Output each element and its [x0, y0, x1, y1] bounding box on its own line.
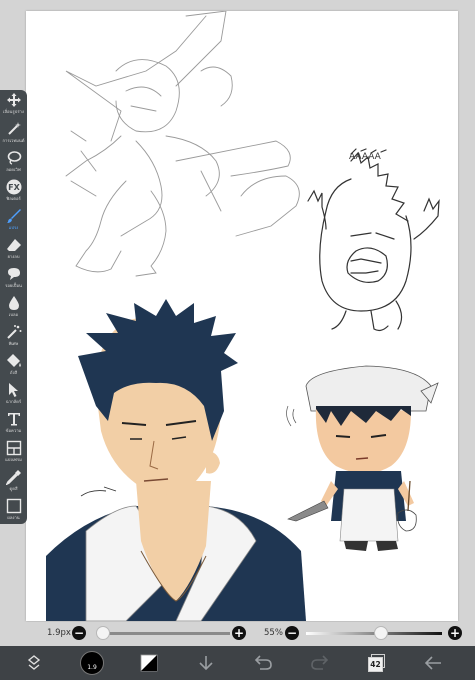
redo-icon: [311, 655, 329, 670]
doodle-scream-text: AAAAA: [349, 152, 382, 162]
tool-label: แปรง: [8, 225, 19, 230]
tool-move[interactable]: เลื่อนรูปร่าง: [0, 90, 27, 120]
tool-filter[interactable]: FX ฟิลเตอร์: [0, 177, 27, 207]
fx-filter-icon: FX: [6, 179, 21, 195]
bottom-action-bar: 1.9 42: [0, 646, 475, 680]
tool-canvas[interactable]: ผลงาน: [0, 496, 27, 526]
tool-label: ฟิลเตอร์: [6, 196, 21, 201]
opacity-slider-handle[interactable]: [373, 626, 388, 640]
tool-frame-divider[interactable]: แบ่งเฟรม: [0, 438, 27, 468]
move-icon: [6, 93, 21, 107]
tool-magic-wand[interactable]: การเวทมนต์: [0, 119, 27, 149]
illustration-chibi-chef: [286, 365, 439, 551]
undo-icon: [254, 655, 272, 670]
tool-label: เลื่อนรูปร่าง: [3, 109, 24, 114]
brush-size-slider-track[interactable]: [98, 632, 230, 635]
brush-size-increase-button[interactable]: +: [232, 626, 246, 640]
color-picker-icon: [140, 654, 158, 672]
tool-eraser[interactable]: ยางลบ: [0, 235, 27, 265]
opacity-value: 55%: [264, 628, 283, 638]
text-tool-icon: [7, 413, 20, 426]
brush-size-value: 1.9px: [47, 628, 71, 638]
redo-button[interactable]: [308, 646, 332, 680]
tool-brush[interactable]: แปรง: [0, 206, 27, 236]
import-icon: [199, 656, 213, 671]
back-icon: [424, 656, 441, 670]
color-swatch-button[interactable]: 1.9: [79, 646, 105, 680]
tool-label: ถังสี: [9, 370, 18, 375]
back-button[interactable]: [421, 646, 445, 680]
tool-label: เบลอ: [8, 312, 19, 317]
tool-palette: เลื่อนรูปร่าง การเวทมนต์ ลอดเวิฟ FX ฟิลเ…: [0, 90, 27, 524]
smudge-icon: [7, 268, 20, 280]
sketch-mark: [80, 486, 117, 497]
tool-label: ข้อความ: [5, 428, 22, 433]
layers-icon: 42: [368, 654, 386, 672]
select-arrow-icon: [8, 383, 18, 397]
tool-select[interactable]: ฉากลัดร์: [0, 380, 27, 410]
tool-label: ดูดสี: [9, 486, 18, 491]
eyedropper-icon: [5, 470, 21, 485]
tool-label: พิเศษ: [8, 341, 19, 346]
brush-size-decrease-button[interactable]: −: [72, 626, 86, 640]
fill-bucket-icon: [6, 354, 21, 367]
tool-label: ฉากลัดร์: [5, 399, 22, 404]
frame-divider-icon: [6, 440, 21, 456]
blur-drop-icon: [8, 296, 19, 310]
illustration-navy-haired-man: [46, 299, 306, 621]
layer-count: 42: [370, 660, 381, 669]
canvas-icon: [6, 498, 21, 514]
drawing-canvas[interactable]: AAAAA: [26, 11, 458, 621]
tool-label: การเวทมนต์: [2, 138, 25, 143]
tool-smudge[interactable]: รอยเปื้อน: [0, 264, 27, 294]
tool-lasso[interactable]: ลอดเวิฟ: [0, 148, 27, 178]
sketch-jumping-character: [65, 11, 300, 277]
tool-label: ผลงาน: [7, 515, 20, 520]
tool-label: ยางลบ: [7, 254, 20, 259]
color-swatch-size-label: 1.9: [87, 664, 97, 671]
import-button[interactable]: [194, 646, 218, 680]
tool-blur[interactable]: เบลอ: [0, 293, 27, 323]
brush-settings-bar: 1.9px − + 55% − +: [0, 622, 475, 646]
tool-special[interactable]: พิเศษ: [0, 322, 27, 352]
tool-label: ลอดเวิฟ: [6, 167, 21, 172]
tool-label: รอยเปื้อน: [5, 283, 22, 288]
tool-eyedropper[interactable]: ดูดสี: [0, 467, 27, 497]
undo-button[interactable]: [251, 646, 275, 680]
layers-button[interactable]: 42: [364, 646, 390, 680]
tool-fill[interactable]: ถังสี: [0, 351, 27, 381]
opacity-decrease-button[interactable]: −: [285, 626, 299, 640]
brush-icon: [6, 209, 21, 223]
tool-label: แบ่งเฟรม: [5, 457, 22, 462]
color-swatch-icon: 1.9: [80, 651, 104, 675]
transform-icon: [27, 655, 41, 670]
artwork: AAAAA: [46, 11, 440, 621]
eraser-icon: [6, 239, 21, 251]
transform-button[interactable]: [20, 646, 48, 680]
lasso-icon: [7, 151, 21, 165]
color-picker-button[interactable]: [137, 646, 161, 680]
doodle-screaming-face: [307, 148, 440, 332]
magic-wand-icon: [7, 122, 21, 135]
special-effect-icon: [6, 325, 21, 339]
opacity-increase-button[interactable]: +: [448, 626, 462, 640]
brush-size-slider-handle[interactable]: [96, 626, 111, 640]
svg-text:FX: FX: [8, 183, 20, 192]
tool-text[interactable]: ข้อความ: [0, 409, 27, 439]
